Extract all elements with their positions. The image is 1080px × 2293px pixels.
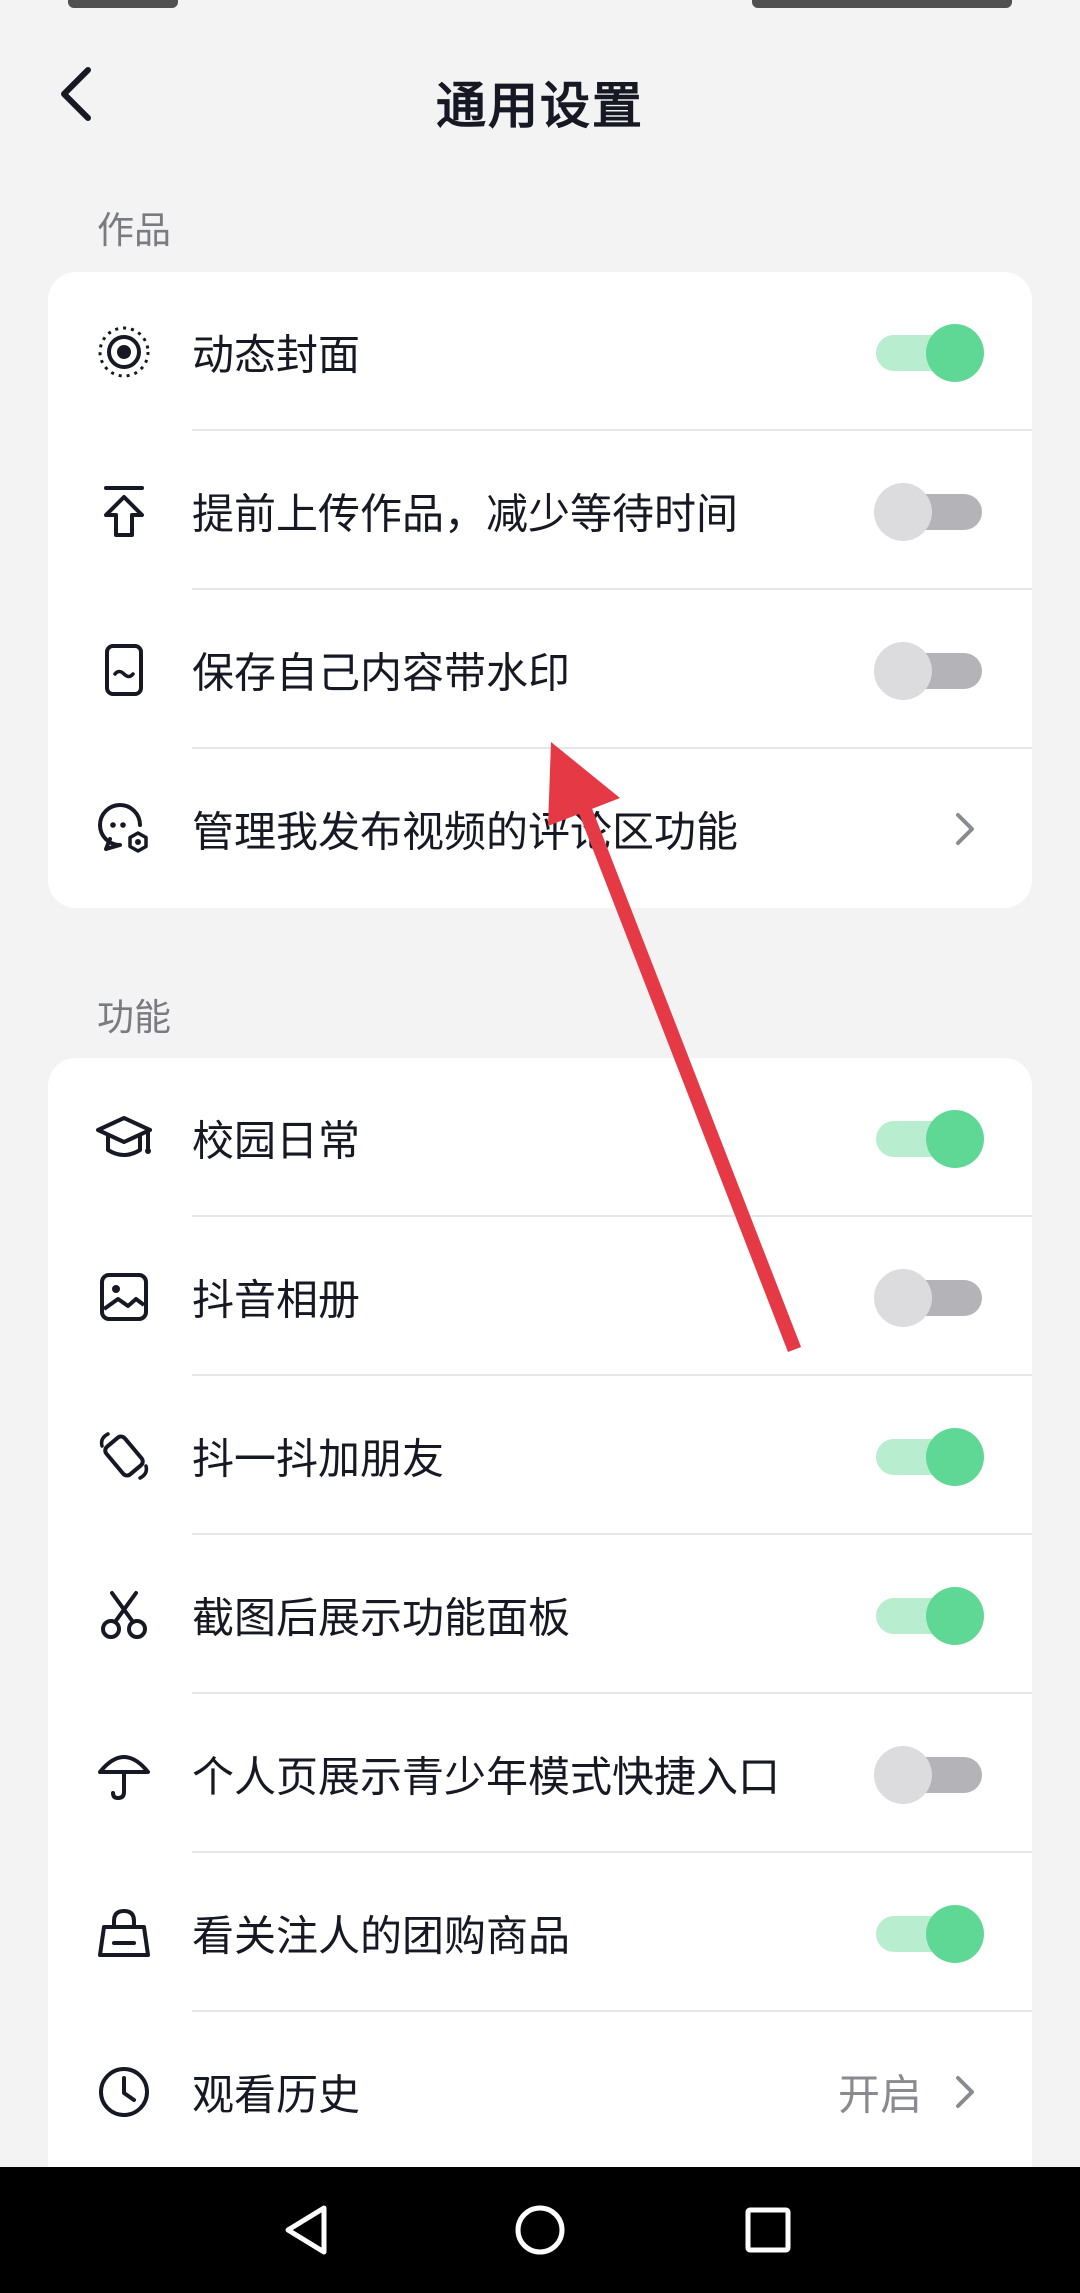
watermark-toggle[interactable] (874, 640, 984, 700)
live-cover-icon (94, 322, 154, 382)
setting-label: 动态封面 (192, 330, 361, 379)
nav-home-button[interactable] (507, 2197, 573, 2263)
setting-row-campus-daily[interactable]: 校园日常 (48, 1058, 1032, 1217)
setting-label: 校园日常 (192, 1116, 361, 1165)
douyin-album-toggle[interactable] (874, 1267, 984, 1327)
photo-album-icon (94, 1267, 154, 1327)
settings-card-works: 动态封面 提前上传作品，减少等待时间 保存自己内容带水印 管理我发布视频的评论区… (48, 272, 1032, 908)
setting-label: 看关注人的团购商品 (192, 1911, 571, 1960)
circle-home-icon (515, 2205, 565, 2255)
dynamic-cover-toggle[interactable] (874, 322, 984, 382)
shopping-bag-icon (94, 1903, 154, 1963)
setting-row-upload-early[interactable]: 提前上传作品，减少等待时间 (48, 431, 1032, 590)
upload-arrow-icon (94, 481, 154, 541)
section-label-features: 功能 (97, 996, 171, 1039)
setting-row-watch-history[interactable]: 观看历史 开启 (48, 2012, 1032, 2167)
shake-phone-icon (94, 1426, 154, 1486)
nav-recents-button[interactable] (735, 2197, 801, 2263)
setting-row-following-group-buy[interactable]: 看关注人的团购商品 (48, 1853, 1032, 2012)
setting-label: 管理我发布视频的评论区功能 (192, 807, 739, 856)
setting-label: 抖一抖加朋友 (192, 1434, 445, 1483)
triangle-back-icon (285, 2205, 327, 2255)
setting-label: 截图后展示功能面板 (192, 1593, 571, 1642)
screenshot-panel-toggle[interactable] (874, 1585, 984, 1645)
section-label-works: 作品 (97, 209, 171, 252)
watermark-phone-icon (94, 640, 154, 700)
scissors-icon (94, 1585, 154, 1645)
setting-label: 个人页展示青少年模式快捷入口 (192, 1752, 781, 1801)
setting-label: 保存自己内容带水印 (192, 648, 571, 697)
chevron-right-icon (950, 2072, 980, 2112)
system-nav-bar (0, 2167, 1080, 2293)
setting-label: 提前上传作品，减少等待时间 (192, 489, 739, 538)
setting-row-comment-management[interactable]: 管理我发布视频的评论区功能 (48, 749, 1032, 908)
following-group-buy-toggle[interactable] (874, 1903, 984, 1963)
teen-mode-entry-toggle[interactable] (874, 1744, 984, 1804)
status-bar (0, 0, 1080, 14)
square-recents-icon (745, 2207, 791, 2253)
setting-label: 观看历史 (192, 2070, 361, 2119)
umbrella-icon (94, 1744, 154, 1804)
setting-row-screenshot-panel[interactable]: 截图后展示功能面板 (48, 1535, 1032, 1694)
status-time-stub (68, 0, 178, 8)
setting-row-douyin-album[interactable]: 抖音相册 (48, 1217, 1032, 1376)
clock-icon (94, 2062, 154, 2122)
header: 通用设置 (0, 40, 1080, 150)
settings-card-features: 校园日常 抖音相册 抖一抖加朋友 截图后展示功能面板 个人页展示青少年模式快捷入… (48, 1058, 1032, 2167)
shake-add-friends-toggle[interactable] (874, 1426, 984, 1486)
comment-settings-icon (94, 799, 154, 859)
setting-row-teen-mode-entry[interactable]: 个人页展示青少年模式快捷入口 (48, 1694, 1032, 1853)
campus-daily-toggle[interactable] (874, 1108, 984, 1168)
upload-early-toggle[interactable] (874, 481, 984, 541)
graduation-cap-icon (94, 1108, 154, 1168)
setting-label: 抖音相册 (192, 1275, 361, 1324)
setting-row-watermark[interactable]: 保存自己内容带水印 (48, 590, 1032, 749)
nav-back-button[interactable] (275, 2197, 341, 2263)
setting-row-dynamic-cover[interactable]: 动态封面 (48, 272, 1032, 431)
page-title: 通用设置 (436, 77, 644, 135)
setting-row-shake-add-friends[interactable]: 抖一抖加朋友 (48, 1376, 1032, 1535)
watch-history-status: 开启 (837, 2070, 922, 2119)
status-icons-stub (752, 0, 1012, 8)
chevron-right-icon (950, 809, 980, 849)
